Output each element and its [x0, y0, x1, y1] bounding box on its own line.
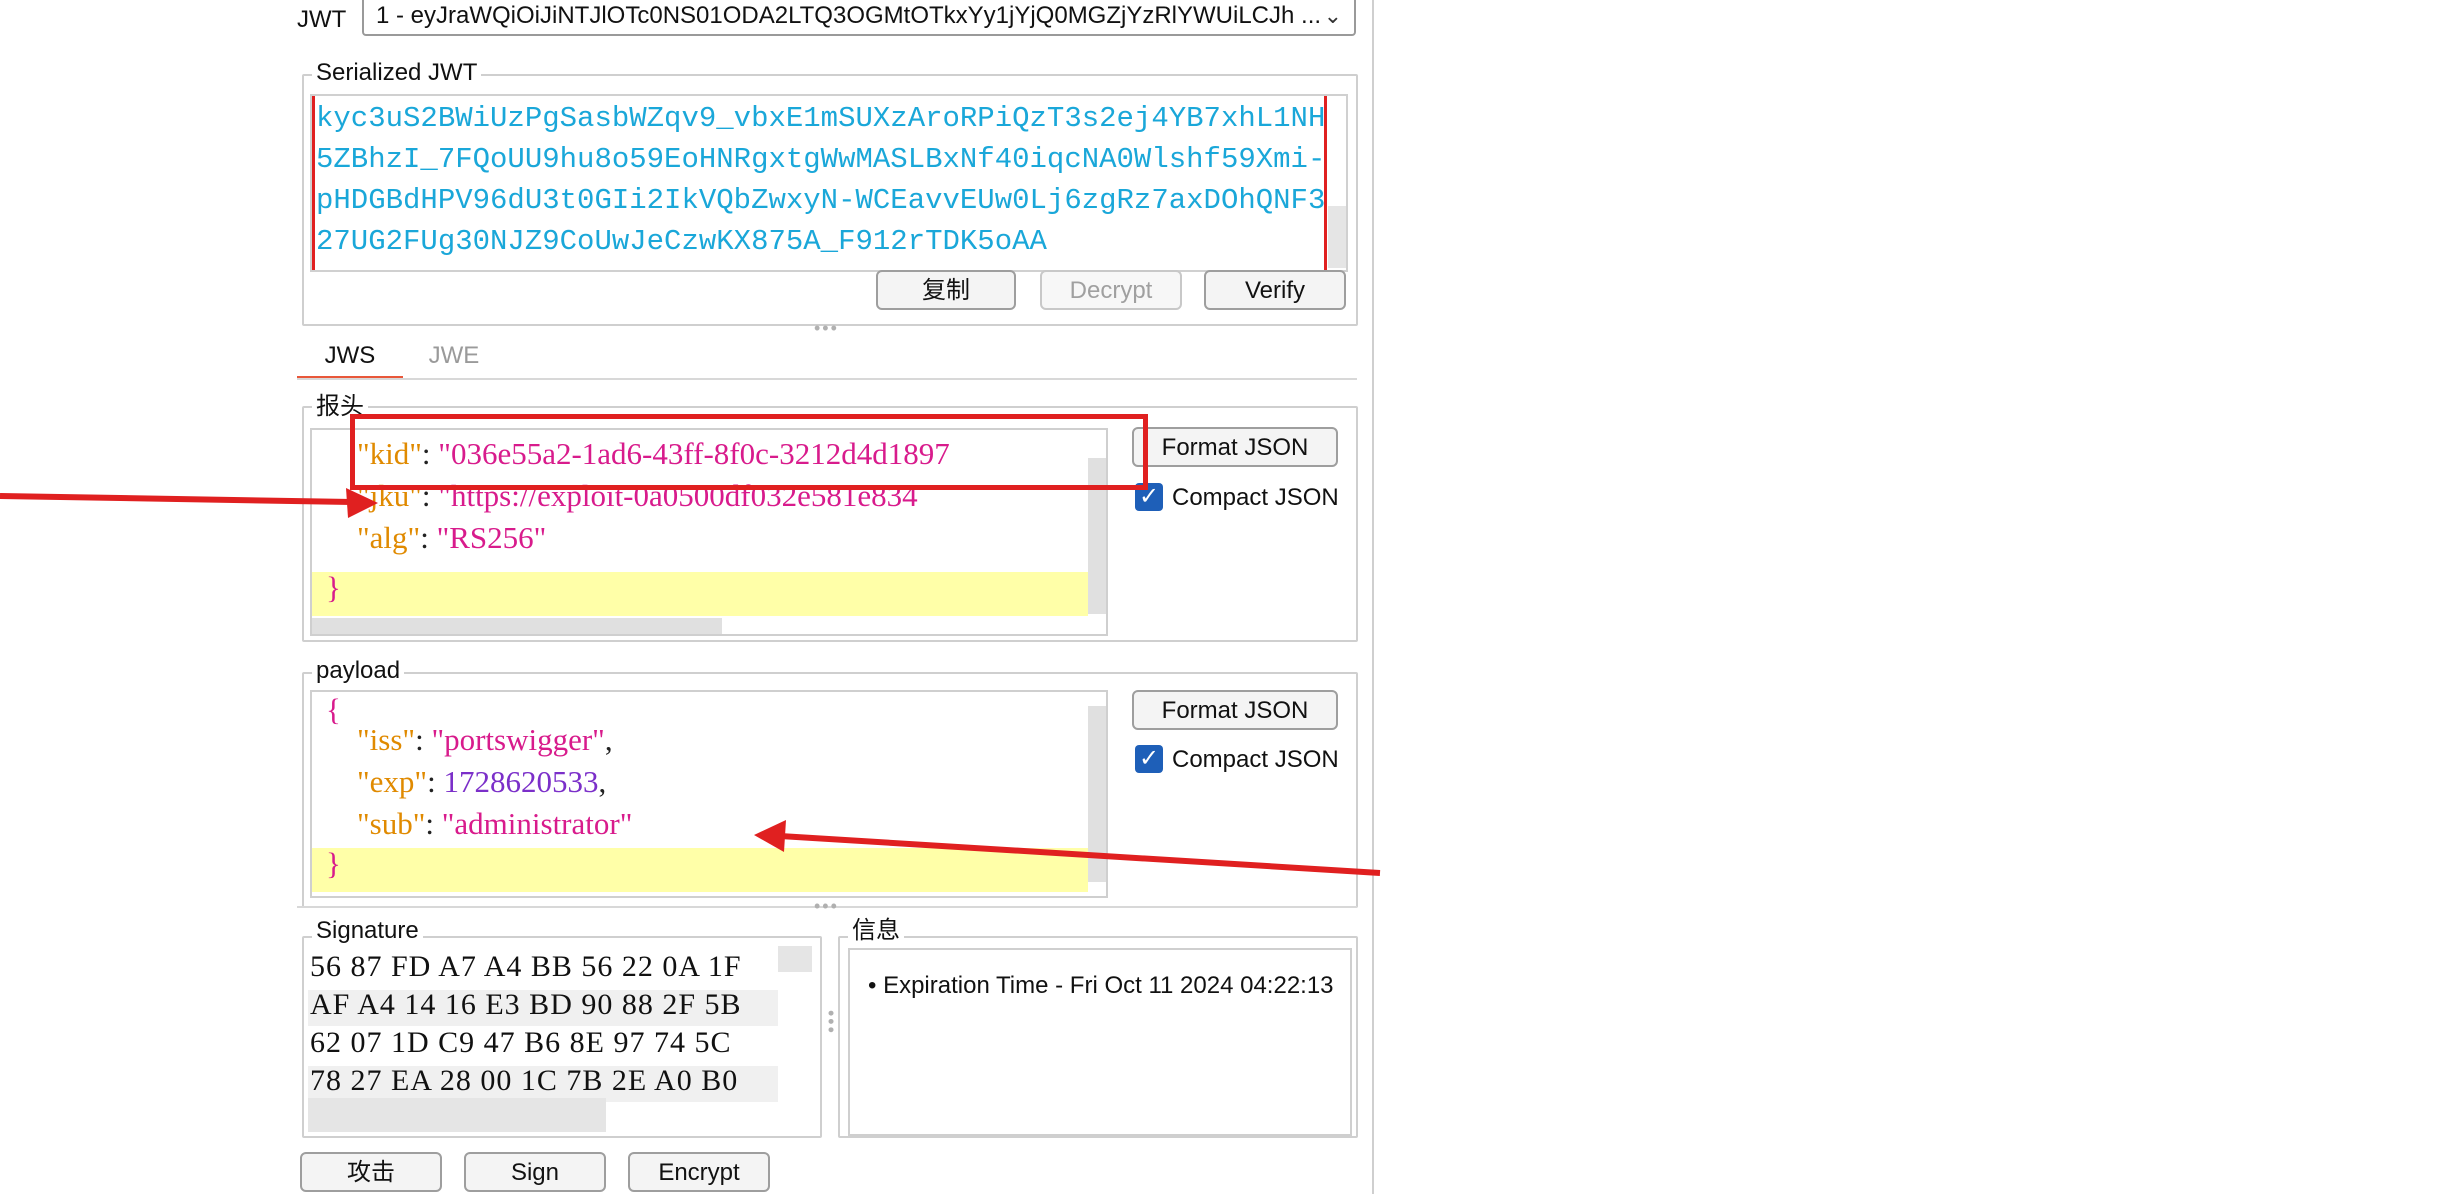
annotation-arrow-jku [0, 493, 353, 505]
annotation-arrowhead [754, 820, 786, 852]
annotation-arrowhead [346, 488, 378, 518]
annotation-arrows [0, 488, 1381, 876]
annotation-arrow-sub [779, 833, 1381, 876]
